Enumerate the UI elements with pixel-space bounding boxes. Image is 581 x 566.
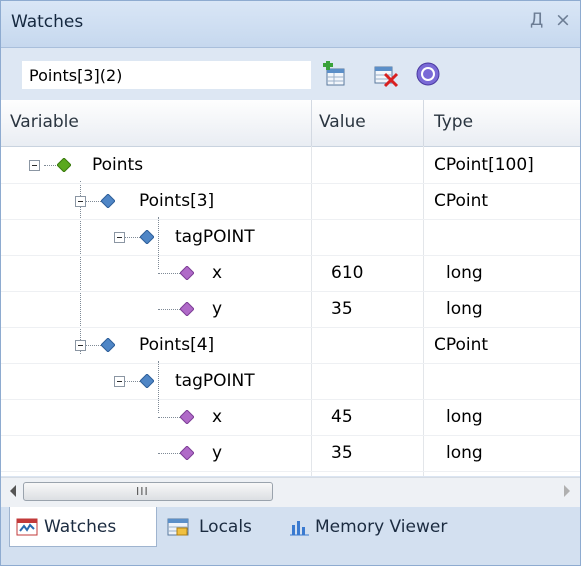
horizontal-scrollbar[interactable]: III: [1, 477, 580, 507]
column-header-type[interactable]: Type: [434, 112, 473, 132]
watch-expression-input[interactable]: [21, 60, 312, 90]
row-divider: [1, 327, 580, 328]
row-divider: [1, 399, 580, 400]
help-button[interactable]: [415, 61, 443, 89]
scrollbar-thumb[interactable]: III: [23, 482, 273, 501]
collapse-toggle[interactable]: [75, 340, 86, 351]
help-icon: [416, 62, 440, 86]
tree-line: [158, 417, 180, 418]
row-variable: Points[4]: [139, 335, 215, 355]
watches-icon: [16, 518, 38, 536]
tab-bar: Watches Locals Memory Viewer: [1, 507, 580, 565]
row-type: long: [446, 407, 483, 427]
row-divider: [1, 255, 580, 256]
row-value: 35: [331, 299, 353, 319]
tree-line: [158, 453, 180, 454]
delete-watch-icon: [374, 66, 399, 88]
title-bar: Watches Д ×: [1, 1, 580, 48]
watches-panel: Watches Д × Points[3](2) Variable Value …: [0, 0, 581, 566]
tab-memory-viewer[interactable]: Memory Viewer: [289, 507, 489, 547]
row-variable: x: [212, 263, 223, 283]
tree-line: [158, 361, 159, 413]
row-divider: [1, 291, 580, 292]
tab-locals[interactable]: Locals: [167, 507, 277, 547]
row-variable: Points: [92, 155, 144, 175]
row-type: CPoint: [434, 335, 489, 355]
collapse-toggle[interactable]: [29, 160, 40, 171]
purple-diamond-icon: [180, 446, 194, 460]
pin-icon[interactable]: Д: [530, 10, 543, 30]
purple-diamond-icon: [180, 410, 194, 424]
collapse-toggle[interactable]: [114, 376, 125, 387]
row-type: long: [446, 443, 483, 463]
tab-label: Memory Viewer: [315, 517, 448, 537]
row-divider: [1, 471, 580, 472]
column-divider-line: [311, 146, 312, 476]
row-type: CPoint: [434, 191, 489, 211]
close-icon[interactable]: ×: [555, 9, 571, 31]
row-value: 35: [331, 443, 353, 463]
tab-label: Locals: [199, 517, 252, 537]
row-variable: y: [212, 299, 223, 319]
scrollbar-grip: III: [136, 485, 149, 498]
row-divider: [1, 435, 580, 436]
row-variable: x: [212, 407, 223, 427]
scroll-right-arrow-icon[interactable]: [564, 485, 570, 497]
add-watch-icon: [323, 60, 345, 86]
row-variable: Points[3]: [139, 191, 215, 211]
memory-viewer-icon: [290, 521, 309, 536]
column-header-variable[interactable]: Variable: [10, 112, 79, 132]
row-variable: tagPOINT: [175, 371, 255, 391]
tree-line: [158, 273, 180, 274]
blue-diamond-icon: [101, 338, 115, 352]
row-type: long: [446, 299, 483, 319]
row-variable: tagPOINT: [175, 227, 255, 247]
blue-diamond-icon: [140, 230, 154, 244]
row-value: 45: [331, 407, 353, 427]
collapse-toggle[interactable]: [114, 232, 125, 243]
column-divider-line: [423, 146, 424, 476]
add-watch-button[interactable]: [322, 60, 350, 89]
purple-diamond-icon: [180, 266, 194, 280]
column-divider[interactable]: [423, 100, 424, 146]
row-variable: y: [212, 443, 223, 463]
tree-line: [158, 309, 180, 310]
blue-diamond-icon: [140, 374, 154, 388]
tab-watches[interactable]: Watches: [9, 507, 157, 547]
toolbar: [1, 48, 580, 100]
tab-label: Watches: [44, 517, 117, 537]
grid-header: Variable Value Type: [1, 100, 580, 147]
row-divider: [1, 183, 580, 184]
row-type: CPoint[100]: [434, 155, 534, 175]
column-divider[interactable]: [311, 100, 312, 146]
scroll-left-arrow-icon[interactable]: [10, 485, 16, 497]
watch-grid: Variable Value Type Points CPoint[100] P…: [1, 100, 580, 476]
row-divider: [1, 363, 580, 364]
delete-watch-button[interactable]: [373, 61, 401, 89]
green-diamond-icon: [57, 158, 71, 172]
row-value: 610: [331, 263, 364, 283]
locals-icon: [167, 518, 189, 536]
row-divider: [1, 219, 580, 220]
tree-line: [158, 217, 159, 269]
collapse-toggle[interactable]: [75, 196, 86, 207]
panel-title: Watches: [11, 12, 84, 32]
column-header-value[interactable]: Value: [319, 112, 366, 132]
row-type: long: [446, 263, 483, 283]
purple-diamond-icon: [180, 302, 194, 316]
blue-diamond-icon: [101, 194, 115, 208]
